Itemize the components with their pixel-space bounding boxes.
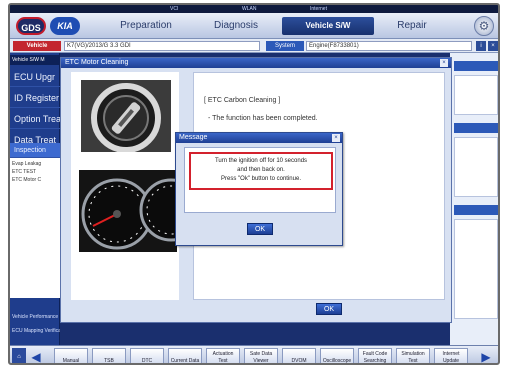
tab-vehicle-sw-management[interactable]: Vehicle S/W Management [282, 17, 374, 48]
gds-logo: GDS [16, 17, 46, 35]
photo-panel [71, 72, 179, 300]
tab-repair[interactable]: Repair [382, 17, 442, 35]
etc-ok-button[interactable]: OK [316, 303, 342, 315]
system-field: Engine(F8733801) [306, 41, 472, 51]
dtc-button[interactable]: DTC [130, 348, 164, 363]
info-heading: [ ETC Carbon Cleaning ] [204, 97, 281, 104]
internet-update-button[interactable]: Internet Update [434, 348, 468, 363]
tab-diagnosis[interactable]: Diagnosis [196, 17, 276, 35]
tree-item-etc-test[interactable]: ETC TEST [12, 169, 36, 175]
message-line-2: and then back on. [237, 167, 285, 173]
gds-screen: VCI WLAN Internet GDS KIA Preparation Di… [8, 3, 500, 365]
message-title-text: Message [179, 134, 208, 141]
info-status-line: - The function has been completed. [208, 115, 318, 122]
settings-button[interactable]: ⚙ [474, 16, 494, 36]
current-data-button[interactable]: Current Data [168, 348, 202, 363]
sidebar-ecu-mapping[interactable]: ECU Mapping Verification [10, 325, 60, 337]
close-vehicle-button[interactable]: × [488, 41, 498, 51]
oscilloscope-button[interactable]: Oscilloscope [320, 348, 354, 363]
actuation-test-button[interactable]: Actuation Test [206, 348, 240, 363]
status-wlan: WLAN [242, 6, 257, 12]
sidebar-item-ecu-upgrade[interactable]: ECU Upgr [10, 67, 60, 87]
close-icon: × [442, 60, 446, 66]
home-button[interactable]: ⌂ [12, 348, 26, 363]
tree-item-evap[interactable]: Evap Leakag [12, 161, 41, 167]
close-icon: × [334, 135, 338, 141]
kia-logo: KIA [50, 17, 80, 35]
sidebar-tree: Evap Leakag ETC TEST ETC Motor C [10, 158, 60, 298]
sidebar-vehicle-performance[interactable]: Vehicle Performance [10, 311, 60, 323]
vehicle-field: K7(VG)/2013/G 3.3 GDI [64, 41, 260, 51]
background-box [454, 137, 498, 197]
message-ok-button[interactable]: OK [247, 223, 273, 235]
sidebar: Vehicle S/W M ECU Upgr ID Register Optio… [10, 53, 60, 345]
message-line-1: Turn the ignition off for 10 seconds [214, 158, 308, 164]
bottom-toolbar: ⌂ ◀ Manual TSB DTC Current Data Actuatio… [10, 345, 498, 364]
close-icon: × [491, 43, 495, 49]
sidebar-item-id-register[interactable]: ID Register [10, 88, 60, 108]
background-box [454, 219, 498, 319]
arrow-right-icon: ▶ [481, 350, 491, 364]
instrument-cluster-photo [79, 170, 177, 252]
sidebar-item-option-treatment[interactable]: Option Treat [10, 109, 60, 129]
etc-title-text: ETC Motor Cleaning [65, 59, 129, 66]
top-navigation: GDS KIA Preparation Diagnosis Vehicle S/… [10, 13, 498, 48]
sidebar-item-inspection[interactable]: Inspection [10, 143, 60, 158]
ignition-key-image [81, 80, 171, 152]
vehicle-bar: Vehicle K7(VG)/2013/G 3.3 GDI System Eng… [10, 39, 498, 53]
scroll-left-button[interactable]: ◀ [30, 348, 42, 364]
instrument-cluster-image [79, 170, 177, 252]
tab-preparation[interactable]: Preparation [106, 17, 186, 35]
background-strip [454, 205, 498, 215]
dvom-button[interactable]: DVOM [282, 348, 316, 363]
vehicle-button[interactable]: Vehicle [13, 41, 61, 51]
sidebar-title: Vehicle S/W M [10, 55, 60, 65]
sate-data-viewer-button[interactable]: Sate Data Viewer [244, 348, 278, 363]
status-strip: VCI WLAN Internet [10, 5, 498, 13]
manual-button[interactable]: Manual [54, 348, 88, 363]
message-close-button[interactable]: × [332, 134, 340, 142]
etc-close-button[interactable]: × [440, 59, 448, 67]
status-vci: VCI [170, 6, 179, 12]
gear-icon: ⚙ [478, 19, 490, 33]
tree-item-etc-motor[interactable]: ETC Motor C [12, 177, 41, 183]
background-panel [450, 53, 498, 345]
home-icon: ⌂ [17, 354, 21, 360]
message-dialog-title: Message × [176, 133, 342, 143]
tsb-button[interactable]: TSB [92, 348, 126, 363]
background-strip [454, 123, 498, 133]
message-dialog: Message × Turn the ignition off for 10 s… [175, 132, 343, 246]
etc-window-title: ETC Motor Cleaning × [61, 58, 451, 68]
message-line-3: Press "Ok" button to continue. [221, 176, 301, 182]
status-internet: Internet [310, 6, 327, 12]
arrow-left-icon: ◀ [31, 350, 41, 364]
fault-code-searching-button[interactable]: Fault Code Searching [358, 348, 392, 363]
message-highlight-box: Turn the ignition off for 10 seconds and… [189, 152, 333, 190]
ignition-key-photo [81, 80, 171, 152]
background-box [454, 75, 498, 115]
system-button[interactable]: System [266, 41, 304, 51]
simulation-test-button[interactable]: Simulation Test [396, 348, 430, 363]
message-body: Turn the ignition off for 10 seconds and… [184, 147, 336, 213]
info-icon: i [480, 43, 482, 49]
info-button[interactable]: i [476, 41, 486, 51]
background-strip [454, 61, 498, 71]
scroll-right-button[interactable]: ▶ [480, 348, 492, 364]
